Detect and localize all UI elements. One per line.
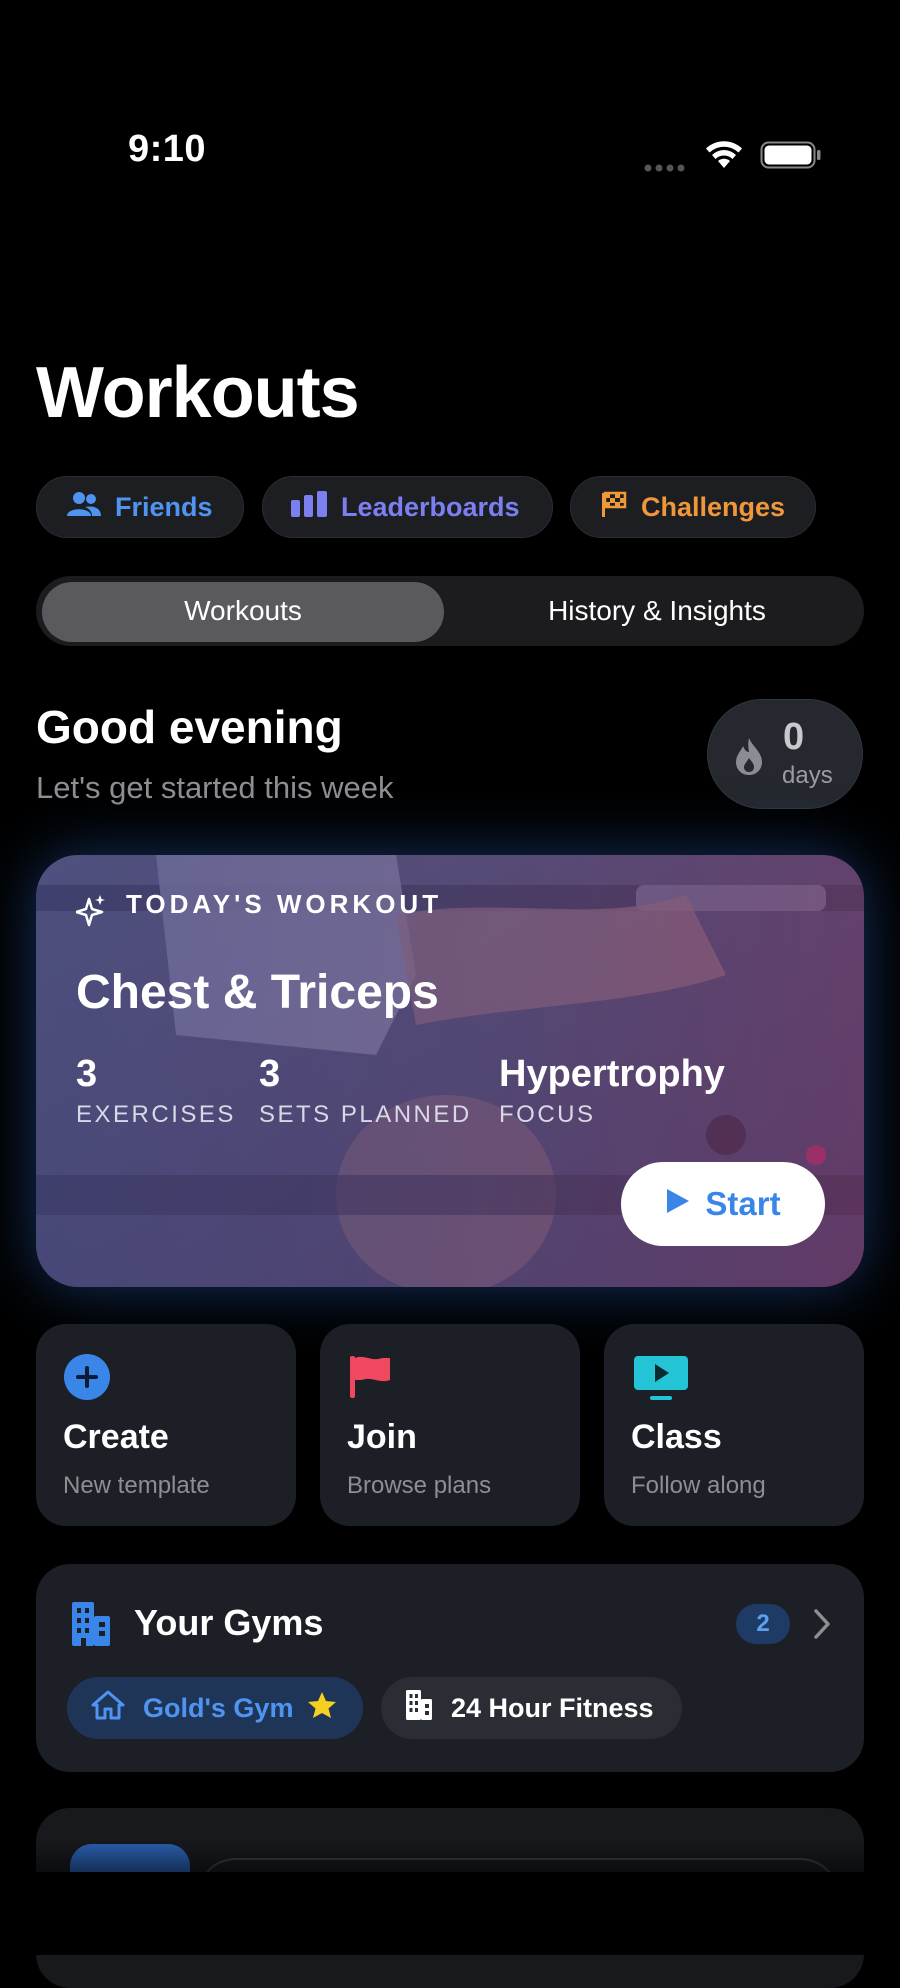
star-icon bbox=[307, 1691, 337, 1726]
workout-title: Chest & Triceps bbox=[76, 966, 439, 1019]
flame-icon bbox=[734, 736, 764, 781]
sets-label: SETS PLANNED bbox=[259, 1101, 472, 1128]
building-icon bbox=[405, 1689, 433, 1728]
buildings-icon bbox=[70, 1600, 112, 1653]
cellular-signal-icon bbox=[644, 160, 690, 178]
challenges-button[interactable]: Challenges bbox=[570, 476, 816, 538]
plus-circle-icon bbox=[64, 1354, 110, 1405]
greeting-subtitle: Let's get started this week bbox=[36, 770, 394, 805]
create-title: Create bbox=[63, 1418, 169, 1456]
leaderboards-label: Leaderboards bbox=[341, 491, 520, 522]
play-icon bbox=[665, 1185, 705, 1223]
flag-icon bbox=[348, 1354, 392, 1405]
friends-button[interactable]: Friends bbox=[36, 476, 244, 538]
join-card[interactable]: Join Browse plans bbox=[320, 1324, 580, 1526]
create-card[interactable]: Create New template bbox=[36, 1324, 296, 1526]
bar-chart-icon bbox=[291, 490, 341, 524]
join-title: Join bbox=[347, 1418, 417, 1456]
your-gyms-title: Your Gyms bbox=[134, 1602, 324, 1643]
challenges-label: Challenges bbox=[641, 491, 786, 522]
focus-value: Hypertrophy bbox=[499, 1053, 725, 1095]
bottom-mask bbox=[0, 1872, 900, 1955]
segment-history-insights[interactable]: History & Insights bbox=[456, 576, 858, 646]
class-title: Class bbox=[631, 1418, 722, 1456]
your-gyms-card[interactable] bbox=[36, 1564, 864, 1772]
start-button[interactable]: Start bbox=[621, 1162, 825, 1246]
tv-play-icon bbox=[632, 1354, 690, 1407]
status-time: 9:10 bbox=[128, 128, 207, 170]
gym-name: 24 Hour Fitness bbox=[451, 1692, 654, 1723]
todays-workout-card[interactable]: TODAY'S WORKOUT Chest & Triceps 3 EXERCI… bbox=[36, 855, 864, 1287]
gym-chip-24-hour-fitness[interactable]: 24 Hour Fitness bbox=[381, 1677, 682, 1739]
class-subtitle: Follow along bbox=[631, 1472, 766, 1499]
chevron-right-icon[interactable] bbox=[812, 1608, 832, 1645]
leaderboards-button[interactable]: Leaderboards bbox=[262, 476, 553, 538]
page-title: Workouts bbox=[36, 353, 360, 433]
sets-count: 3 bbox=[259, 1053, 281, 1095]
friends-label: Friends bbox=[115, 491, 213, 522]
create-subtitle: New template bbox=[63, 1472, 210, 1499]
join-subtitle: Browse plans bbox=[347, 1472, 492, 1499]
exercises-count: 3 bbox=[76, 1053, 98, 1095]
exercises-label: EXERCISES bbox=[76, 1101, 236, 1128]
focus-label: FOCUS bbox=[499, 1101, 596, 1128]
class-card[interactable]: Class Follow along bbox=[604, 1324, 864, 1526]
battery-icon bbox=[760, 141, 822, 174]
house-icon bbox=[91, 1690, 125, 1727]
streak-value: 0 bbox=[783, 716, 805, 758]
segment-workouts[interactable]: Workouts bbox=[42, 576, 444, 646]
greeting-title: Good evening bbox=[36, 701, 343, 753]
streak-unit: days bbox=[782, 762, 833, 789]
checkered-flag-icon bbox=[601, 491, 641, 524]
gyms-count-badge: 2 bbox=[736, 1604, 790, 1644]
wifi-icon bbox=[704, 138, 744, 175]
gym-chip-golds-gym[interactable]: Gold's Gym bbox=[67, 1677, 363, 1739]
sparkle-icon bbox=[74, 895, 106, 932]
people-icon bbox=[67, 491, 115, 524]
gym-name: Gold's Gym bbox=[143, 1692, 294, 1723]
card-eyebrow: TODAY'S WORKOUT bbox=[126, 889, 443, 919]
start-label: Start bbox=[705, 1185, 781, 1222]
